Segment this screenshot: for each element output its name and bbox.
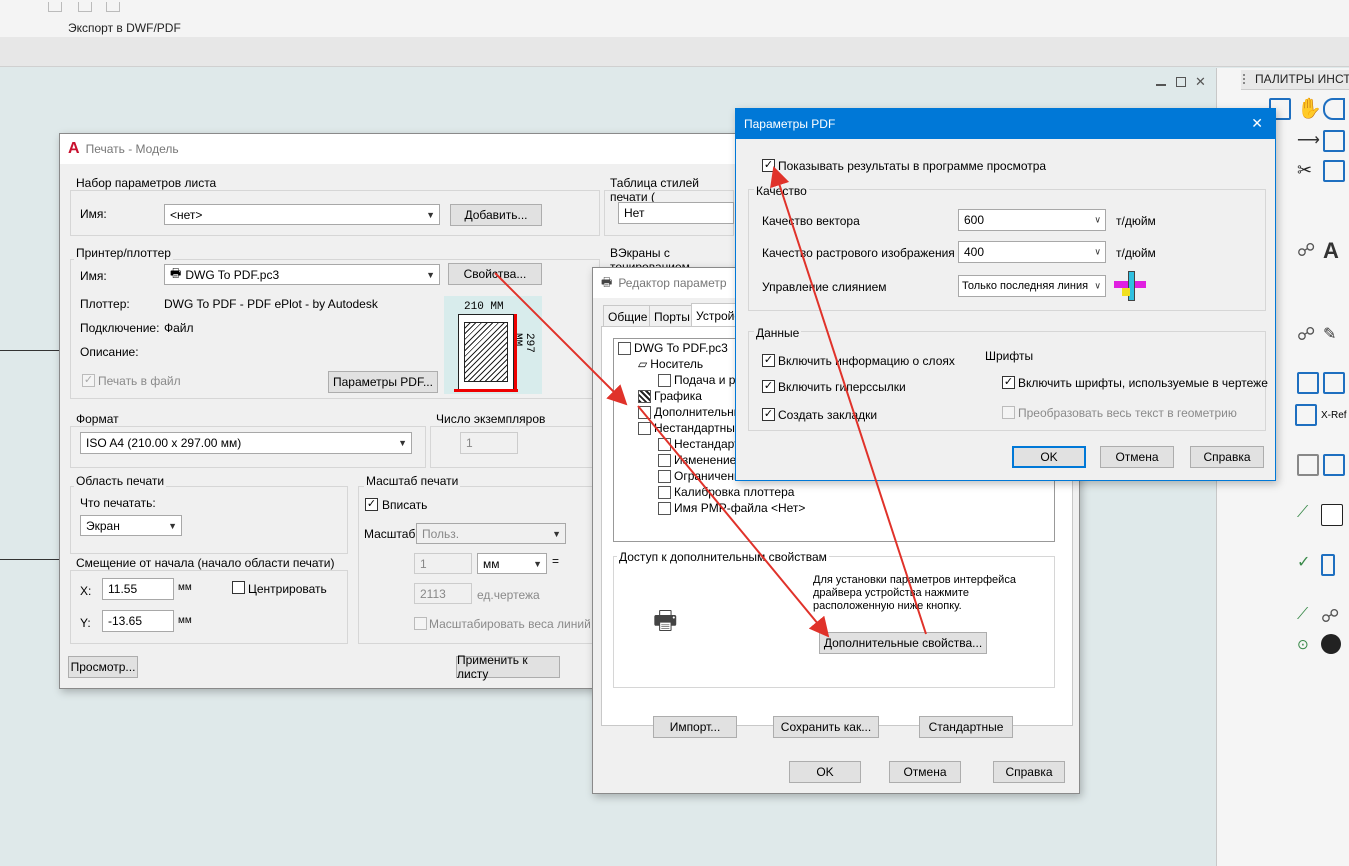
annotation-arrow [494, 272, 628, 406]
annotation-overlay [494, 166, 927, 638]
annotation-arrow [770, 166, 927, 635]
annotation-arrow [637, 405, 830, 638]
